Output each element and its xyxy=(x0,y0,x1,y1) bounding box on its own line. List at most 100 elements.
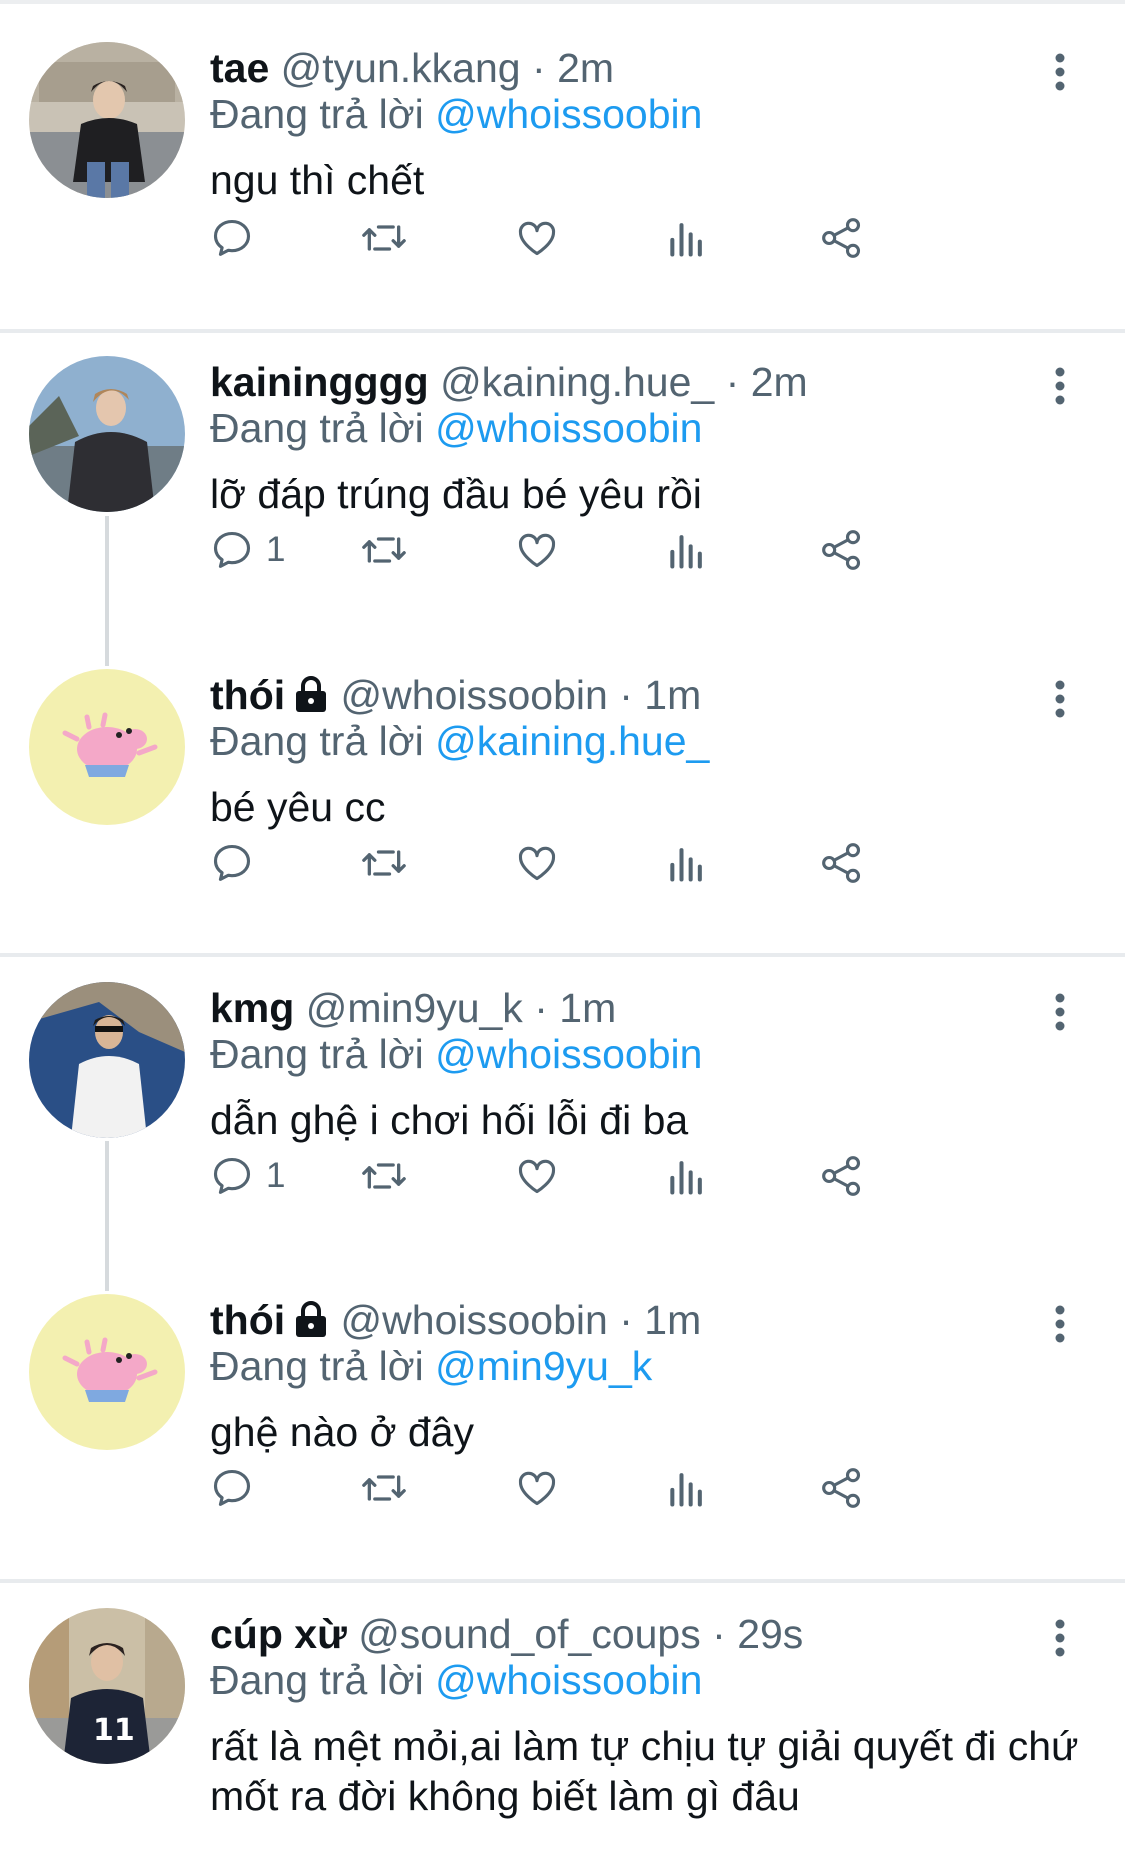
display-name[interactable]: thói xyxy=(210,672,285,718)
share-icon xyxy=(820,528,864,572)
share-button[interactable] xyxy=(820,1460,864,1516)
thread-connector xyxy=(105,1141,109,1291)
share-icon xyxy=(820,216,864,260)
retweet-icon xyxy=(360,841,408,885)
display-name[interactable]: kmg xyxy=(210,985,294,1031)
username[interactable]: @whoissoobin xyxy=(341,1297,608,1343)
tweet-text: bé yêu cc xyxy=(210,784,386,830)
reply-button[interactable]: 1 xyxy=(210,522,285,578)
retweet-button[interactable] xyxy=(360,1148,408,1204)
mention-link[interactable]: @whoissoobin xyxy=(435,1031,702,1077)
display-name[interactable]: tae xyxy=(210,45,269,91)
reply-icon xyxy=(210,1154,254,1198)
share-button[interactable] xyxy=(820,210,864,266)
more-icon[interactable] xyxy=(1045,679,1075,719)
share-icon xyxy=(820,841,864,885)
views-button[interactable] xyxy=(665,522,709,578)
mention-link[interactable]: @whoissoobin xyxy=(435,91,702,137)
timestamp[interactable]: 1m xyxy=(644,672,701,718)
like-icon xyxy=(515,841,559,885)
timestamp[interactable]: 1m xyxy=(644,1297,701,1343)
reply-button[interactable] xyxy=(210,835,266,891)
like-button[interactable] xyxy=(515,522,559,578)
separator-dot: · xyxy=(725,359,740,405)
timestamp[interactable]: 2m xyxy=(751,359,808,405)
action-bar xyxy=(210,835,1060,891)
username[interactable]: @sound_of_coups xyxy=(358,1611,701,1657)
views-button[interactable] xyxy=(665,835,709,891)
views-button[interactable] xyxy=(665,1148,709,1204)
share-button[interactable] xyxy=(820,522,864,578)
views-icon xyxy=(665,1466,709,1510)
tweet-text: lỡ đáp trúng đầu bé yêu rồi xyxy=(210,471,702,517)
replying-to: Đang trả lời @whoissoobin xyxy=(210,1654,702,1706)
views-icon xyxy=(665,841,709,885)
retweet-icon xyxy=(360,1466,408,1510)
reply-icon xyxy=(210,1466,254,1510)
display-name[interactable]: thói xyxy=(210,1297,285,1343)
tweet-header: tae @tyun.kkang · 2m xyxy=(210,42,614,94)
username[interactable]: @kaining.hue_ xyxy=(440,359,714,405)
share-icon xyxy=(820,1466,864,1510)
tweet-text: ngu thì chết xyxy=(210,157,425,203)
more-icon[interactable] xyxy=(1045,366,1075,406)
username[interactable]: @min9yu_k xyxy=(306,985,523,1031)
like-icon xyxy=(515,216,559,260)
like-icon xyxy=(515,528,559,572)
tweet-divider xyxy=(0,953,1125,957)
avatar[interactable] xyxy=(29,982,185,1138)
more-icon[interactable] xyxy=(1045,1618,1075,1658)
action-bar: 1 xyxy=(210,522,1060,578)
avatar[interactable] xyxy=(29,356,185,512)
more-icon[interactable] xyxy=(1045,1304,1075,1344)
avatar[interactable] xyxy=(29,669,185,825)
views-button[interactable] xyxy=(665,1460,709,1516)
display-name[interactable]: cúp xừ xyxy=(210,1611,347,1657)
reply-icon xyxy=(210,528,254,572)
replying-to-label: Đang trả lời xyxy=(210,405,424,451)
mention-link[interactable]: @kaining.hue_ xyxy=(435,718,709,764)
like-button[interactable] xyxy=(515,1148,559,1204)
username[interactable]: @whoissoobin xyxy=(341,672,608,718)
reply-button[interactable] xyxy=(210,210,266,266)
replying-to-label: Đang trả lời xyxy=(210,91,424,137)
retweet-button[interactable] xyxy=(360,1460,408,1516)
timestamp[interactable]: 1m xyxy=(559,985,616,1031)
retweet-button[interactable] xyxy=(360,210,408,266)
like-button[interactable] xyxy=(515,1460,559,1516)
action-bar: 1 xyxy=(210,1148,1060,1204)
share-icon xyxy=(820,1154,864,1198)
like-button[interactable] xyxy=(515,835,559,891)
avatar[interactable] xyxy=(29,42,185,198)
more-icon[interactable] xyxy=(1045,992,1075,1032)
retweet-button[interactable] xyxy=(360,522,408,578)
replying-to: Đang trả lời @whoissoobin xyxy=(210,1028,702,1080)
separator-dot: · xyxy=(532,45,546,91)
share-button[interactable] xyxy=(820,835,864,891)
mention-link[interactable]: @whoissoobin xyxy=(435,1657,702,1703)
views-button[interactable] xyxy=(665,210,709,266)
tweet-text: ghệ nào ở đây xyxy=(210,1409,474,1455)
reply-icon xyxy=(210,841,254,885)
display-name[interactable]: kainingggg xyxy=(210,359,429,405)
share-button[interactable] xyxy=(820,1148,864,1204)
timestamp[interactable]: 2m xyxy=(557,45,614,91)
avatar[interactable] xyxy=(29,1294,185,1450)
username[interactable]: @tyun.kkang xyxy=(281,45,521,91)
tweet-header: cúp xừ @sound_of_coups · 29s xyxy=(210,1608,803,1660)
timestamp[interactable]: 29s xyxy=(737,1611,803,1657)
reply-button[interactable]: 1 xyxy=(210,1148,285,1204)
tweet-text: rất là mệt mỏi,ai làm tự chịu tự giải qu… xyxy=(210,1723,1079,1819)
separator-dot: · xyxy=(534,985,548,1031)
mention-link[interactable]: @whoissoobin xyxy=(435,405,702,451)
retweet-button[interactable] xyxy=(360,835,408,891)
reply-button[interactable] xyxy=(210,1460,266,1516)
avatar[interactable]: 11 xyxy=(29,1608,185,1764)
reply-count: 1 xyxy=(266,530,286,569)
more-icon[interactable] xyxy=(1045,52,1075,92)
tweet-divider xyxy=(0,1579,1125,1583)
replying-to-label: Đang trả lời xyxy=(210,1343,424,1389)
mention-link[interactable]: @min9yu_k xyxy=(435,1343,652,1389)
like-button[interactable] xyxy=(515,210,559,266)
separator-dot: · xyxy=(619,1297,633,1343)
